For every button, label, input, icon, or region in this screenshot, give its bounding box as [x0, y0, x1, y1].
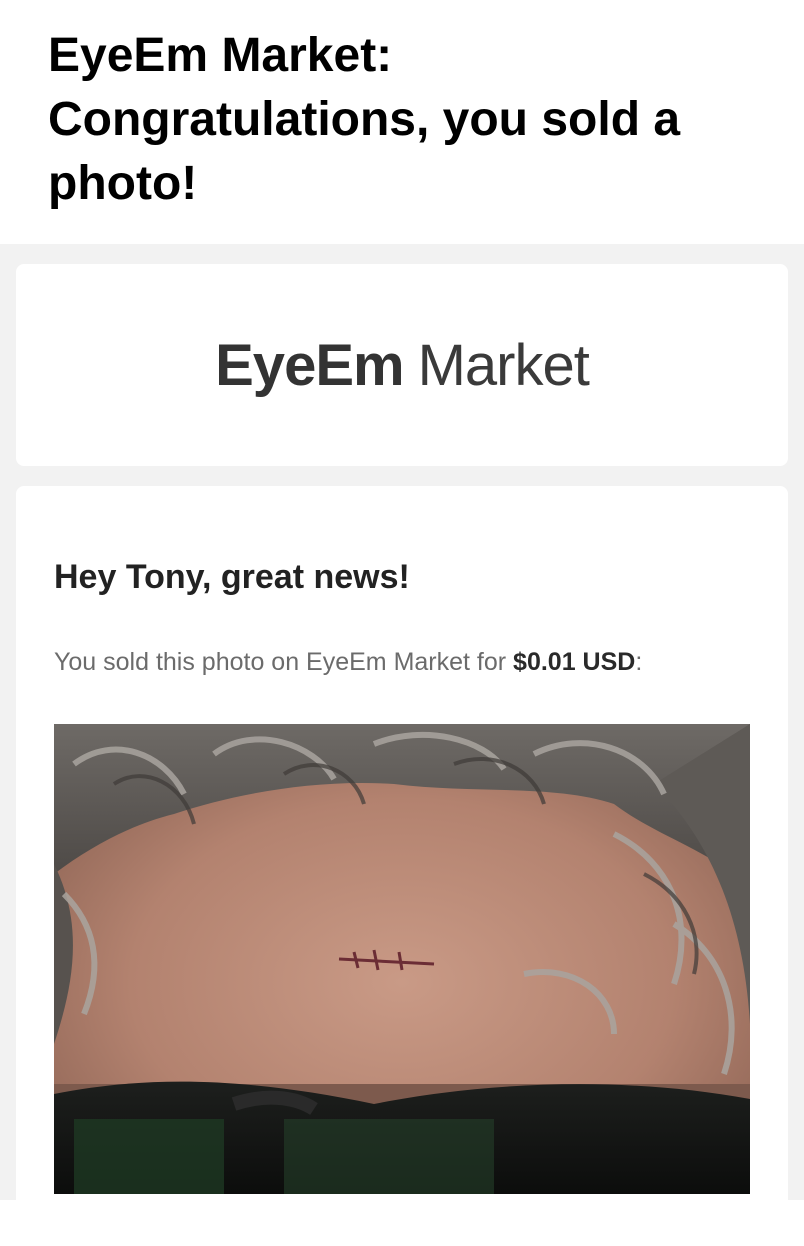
email-header: EyeEm Market: Congratulations, you sold …	[0, 0, 804, 244]
sold-photo-image	[54, 724, 750, 1194]
greeting-heading: Hey Tony, great news!	[54, 558, 410, 596]
sale-message-text: You sold this photo on EyeEm Market for	[54, 648, 514, 676]
email-subject: EyeEm Market: Congratulations, you sold …	[48, 29, 681, 210]
sold-photo[interactable]	[54, 724, 750, 1194]
logo-card: EyeEm Market	[16, 264, 788, 466]
logo-brand: EyeEm	[215, 332, 404, 398]
sale-price: $0.01 USD	[513, 648, 636, 676]
sale-message: You sold this photo on EyeEm Market for …	[54, 648, 642, 677]
eyeem-market-logo: EyeEm Market	[16, 264, 788, 466]
message-card: Hey Tony, great news! You sold this phot…	[16, 486, 788, 1246]
sale-message-suffix: :	[635, 648, 643, 676]
logo-product: Market	[417, 332, 590, 398]
